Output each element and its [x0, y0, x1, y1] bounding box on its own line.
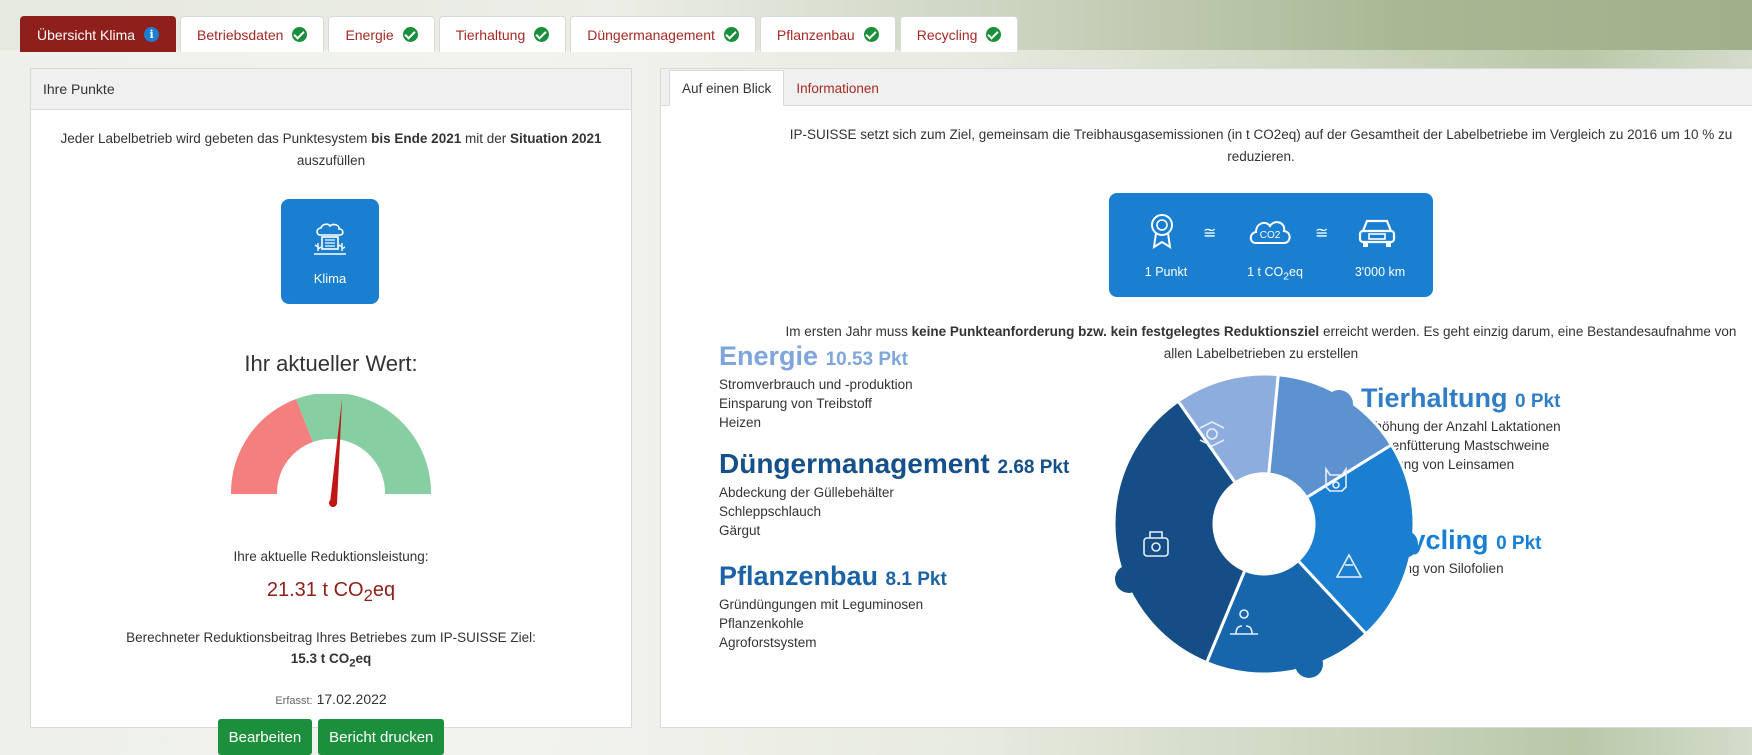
tab-betriebsdaten[interactable]: Betriebsdaten — [180, 16, 325, 52]
category-title: Energie — [719, 341, 819, 371]
edit-button[interactable]: Bearbeiten — [217, 719, 313, 755]
tab-pflanzenbau[interactable]: Pflanzenbau — [759, 16, 896, 52]
tab-energie[interactable]: Energie — [328, 16, 435, 52]
category-points: 0 Pkt — [1515, 391, 1561, 412]
eq-co2-suffix: eq — [1289, 265, 1303, 279]
calc-value-main: 15.3 t CO — [290, 651, 350, 666]
calc-block: Berechneter Reduktionsbeitrag Ihres Betr… — [31, 627, 631, 675]
intro-text-part: auszufüllen — [296, 153, 366, 168]
reduction-unit-sub: 2 — [363, 586, 373, 605]
calc-value: 15.3 t CO2eq — [31, 648, 631, 675]
klima-button-label: Klima — [313, 271, 347, 286]
overview-tabs: Auf einen Blick Informationen — [661, 69, 1752, 106]
category-item: Einsparung von Treibstoff — [719, 396, 872, 411]
category-title: Pflanzenbau — [719, 561, 879, 591]
category-points: 8.1 Pkt — [885, 569, 947, 590]
category-item: Pflanzenkohle — [719, 616, 804, 631]
category-title: Düngermanagement — [719, 448, 990, 479]
intro-text-bold: bis Ende 2021 — [371, 131, 462, 146]
co2-cloud-label: CO2 — [1260, 230, 1281, 241]
category-item: Stromverbrauch und -produktion — [719, 377, 913, 392]
climate-icon — [314, 223, 346, 255]
eq-point-label: 1 Punkt — [1144, 265, 1188, 279]
overview-panel: Auf einen Blick Informationen IP-SUISSE … — [660, 68, 1752, 728]
points-panel: Ihre Punkte Jeder Labelbetrieb wird gebe… — [30, 68, 632, 755]
intro-text-part: mit der — [461, 131, 510, 146]
category-points: 10.53 Pkt — [825, 349, 908, 370]
tab-label: Düngermanagement — [587, 26, 715, 43]
tab-tierhaltung[interactable]: Tierhaltung — [438, 16, 567, 52]
category-item: Schleppschlauch — [719, 504, 822, 519]
category-energie: Energie 10.53 Pkt Stromverbrauch und -pr… — [719, 341, 913, 432]
tab-auf-einen-blick[interactable]: Auf einen Blick — [669, 70, 785, 106]
category-item: Abdeckung der Güllebehälter — [719, 485, 894, 500]
category-item: Gärgut — [719, 523, 761, 538]
reduction-unit-suffix: eq — [372, 579, 396, 601]
tab-informationen[interactable]: Informationen — [784, 71, 891, 105]
category-item: Gründüngungen mit Leguminosen — [719, 597, 924, 612]
action-buttons: Bearbeiten Bericht drucken — [31, 719, 631, 755]
eq-co2-main: 1 t CO — [1247, 265, 1284, 279]
category-duengermanagement: Düngermanagement 2.68 Pkt Abdeckung der … — [719, 449, 1069, 540]
current-value-title: Ihr aktueller Wert: — [244, 351, 418, 376]
first-year-part: Im ersten Jahr muss — [785, 324, 912, 339]
check-icon — [723, 27, 739, 42]
category-puzzle-ring — [1112, 372, 1418, 678]
main-tabs: Übersicht Klima i Betriebsdaten Energie … — [20, 16, 1019, 52]
tab-label: Pflanzenbau — [776, 26, 855, 43]
klima-button[interactable]: Klima — [281, 199, 379, 304]
reduction-gauge — [230, 394, 432, 507]
points-panel-header: Ihre Punkte — [31, 69, 631, 110]
tab-duengermanagement[interactable]: Düngermanagement — [570, 16, 756, 52]
check-icon — [292, 27, 308, 42]
eq-co2-label: 1 t CO2eq — [1225, 265, 1325, 283]
equivalence-box: ≅ CO2 ≅ 1 Punkt 1 t CO2eq 3'000 km — [1109, 193, 1433, 297]
award-icon — [1151, 214, 1173, 249]
tab-uebersicht-klima[interactable]: Übersicht Klima i — [20, 16, 177, 52]
reduction-label: Ihre aktuelle Reduktionsleistung: — [233, 549, 429, 564]
tab-recycling[interactable]: Recycling — [899, 16, 1019, 52]
approx-sign: ≅ — [1315, 225, 1329, 242]
reduction-unit: t CO — [316, 579, 364, 601]
category-points: 2.68 Pkt — [997, 457, 1070, 478]
category-item: Agroforstsystem — [719, 635, 817, 650]
tab-label: Betriebsdaten — [197, 26, 284, 43]
info-icon: i — [144, 27, 160, 42]
check-icon — [863, 27, 879, 42]
tab-label: Recycling — [916, 26, 978, 43]
goal-text: IP-SUISSE setzt sich zum Ziel, gemeinsam… — [789, 127, 1733, 164]
tab-label: Tierhaltung — [455, 26, 526, 43]
check-icon — [986, 27, 1002, 42]
calc-value-suffix: eq — [355, 651, 372, 666]
erfasst-date: 17.02.2022 — [316, 691, 387, 707]
intro-text: Jeder Labelbetrieb wird gebeten das Punk… — [51, 128, 611, 172]
erfasst-label: Erfasst: — [275, 695, 313, 707]
first-year-bold: keine Punkteanforderung bzw. kein festge… — [911, 324, 1320, 339]
category-item: Heizen — [719, 415, 762, 430]
category-points: 0 Pkt — [1496, 533, 1542, 554]
reduction-value: 21.31 t CO2eq — [31, 579, 631, 606]
co2-cloud-icon: CO2 — [1249, 221, 1291, 244]
tab-label: Energie — [345, 26, 394, 43]
car-icon — [1358, 219, 1396, 247]
calc-label: Berechneter Reduktionsbeitrag Ihres Betr… — [126, 630, 536, 645]
check-icon — [402, 27, 418, 42]
tab-label: Übersicht Klima — [37, 26, 136, 43]
intro-text-part: Jeder Labelbetrieb wird gebeten das Punk… — [60, 131, 372, 146]
check-icon — [534, 27, 550, 42]
reduction-number: 21.31 — [266, 579, 317, 601]
intro-text-bold: Situation 2021 — [509, 131, 602, 146]
approx-sign: ≅ — [1203, 225, 1217, 242]
print-report-button[interactable]: Bericht drucken — [318, 719, 445, 755]
category-pflanzenbau: Pflanzenbau 8.1 Pkt Gründüngungen mit Le… — [719, 561, 947, 652]
eq-km-label: 3'000 km — [1354, 265, 1406, 279]
erfasst-line: Erfasst: 17.02.2022 — [31, 691, 631, 707]
